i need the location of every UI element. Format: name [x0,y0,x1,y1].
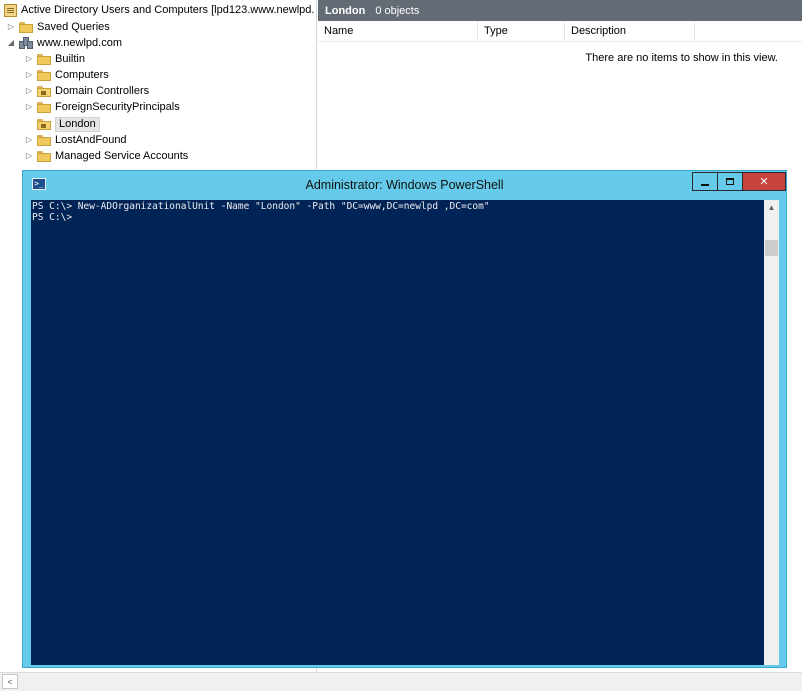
console-scrollbar[interactable]: ▲ [764,200,779,665]
folder-icon [37,53,51,65]
collapse-arrow-icon[interactable]: ◢ [6,35,16,51]
window-title: Administrator: Windows PowerShell [305,178,504,192]
tree-item-label: Managed Service Accounts [55,150,189,162]
horizontal-scrollbar[interactable]: < [0,672,802,691]
ou-folder-icon [37,85,51,97]
tree-item-label: Domain Controllers [55,85,150,97]
expand-arrow-icon[interactable]: ▷ [24,83,34,99]
column-header-name[interactable]: Name [318,21,478,41]
domain-icon [19,37,33,49]
expand-arrow-icon[interactable]: ▷ [24,51,34,67]
column-header-description[interactable]: Description [565,21,695,41]
empty-view-message: There are no items to show in this view. [585,52,778,64]
scroll-left-icon[interactable]: < [2,674,18,689]
minimize-button[interactable] [692,172,718,191]
minimize-icon [701,183,709,186]
console-line: PS C:\> [32,212,73,223]
expand-arrow-icon[interactable]: ▷ [24,99,34,115]
expand-arrow-icon[interactable]: ▷ [6,19,16,35]
ou-folder-icon [37,118,51,130]
tree-item-label: LostAndFound [55,134,127,146]
tree-item-label: ForeignSecurityPrincipals [55,101,180,113]
tree-root[interactable]: Active Directory Users and Computers [lp… [4,2,314,18]
container-title: London [325,4,366,17]
folder-icon [37,69,51,81]
tree-item-london[interactable]: London [24,116,100,132]
tree-item-label: London [55,116,100,132]
scroll-thumb[interactable] [765,240,778,256]
maximize-button[interactable] [717,172,743,191]
tree-item-label: www.newlpd.com [37,37,122,49]
tree-item-label: Saved Queries [37,21,110,33]
expand-arrow-icon[interactable]: ▷ [24,148,34,164]
folder-icon [37,150,51,162]
tree-item-computers[interactable]: ▷ Computers [24,67,109,83]
tree-item-domain[interactable]: ◢ www.newlpd.com [6,35,122,51]
scroll-up-icon[interactable]: ▲ [764,201,779,215]
console-line: PS C:\> New-ADOrganizationalUnit -Name "… [32,201,490,212]
folder-icon [37,101,51,113]
folder-icon [19,21,33,33]
tree-item-domain-controllers[interactable]: ▷ Domain Controllers [24,83,149,99]
tree-item-saved-queries[interactable]: ▷ Saved Queries [6,19,110,35]
console-output[interactable]: PS C:\> New-ADOrganizationalUnit -Name "… [31,200,764,665]
tree-root-label: Active Directory Users and Computers [lp… [21,4,315,16]
tree-item-managed-service-accounts[interactable]: ▷ Managed Service Accounts [24,148,188,164]
tree-item-lost-and-found[interactable]: ▷ LostAndFound [24,132,127,148]
tree-item-label: Computers [55,69,109,81]
tree-item-foreign-security-principals[interactable]: ▷ ForeignSecurityPrincipals [24,99,180,115]
tree-item-label: Builtin [55,53,85,65]
details-header: London 0 objects [318,0,802,21]
tree-item-builtin[interactable]: ▷ Builtin [24,51,85,67]
powershell-titlebar[interactable]: >_ Administrator: Windows PowerShell ✕ [23,171,786,199]
expand-arrow-icon[interactable]: ▷ [24,132,34,148]
close-icon: ✕ [759,176,769,188]
folder-icon [37,134,51,146]
maximize-icon [726,178,734,185]
column-header-type[interactable]: Type [478,21,565,41]
close-button[interactable]: ✕ [742,172,786,191]
expand-arrow-icon[interactable]: ▷ [24,67,34,83]
column-headers: Name Type Description [318,21,802,42]
powershell-window: >_ Administrator: Windows PowerShell ✕ P… [22,170,787,668]
console-root-icon [4,3,17,17]
object-count: 0 objects [375,4,420,17]
